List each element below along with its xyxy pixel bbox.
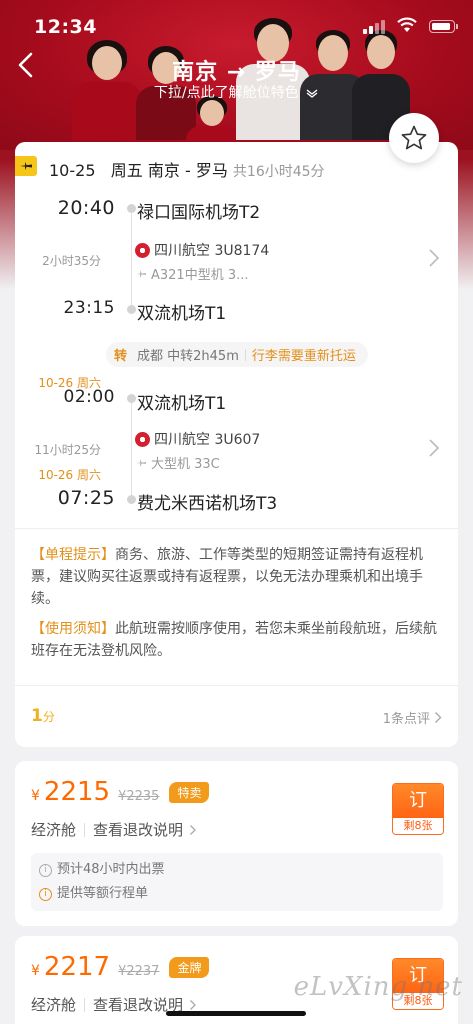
ticketing-info: i 预计48小时内出票 [39,858,435,882]
segment-aircraft: A321中型机 3... [135,264,249,283]
aircraft-type: A321中型机 3... [151,268,249,283]
timeline-line [131,400,132,500]
total-duration: 共16小时45分 [232,164,325,180]
cabin-feature-label: 下拉/点此了解舱位特色 [153,85,299,101]
original-price: ¥2235 [118,789,160,804]
favorite-button[interactable] [389,113,439,163]
airline-flight-number: 四川航空 3U8174 [154,243,270,259]
arrival-date: 10-26 周六 [38,468,101,482]
currency-symbol: ¥ [31,963,40,979]
segment-duration: 2小时35分 [42,254,101,268]
airline-logo-icon [135,242,150,258]
divider [15,528,458,529]
cellular-signal-icon [363,20,385,34]
aircraft-icon [136,458,146,467]
arrival-time: 23:15 [63,298,115,318]
baggage-recheck-note: 行李需要重新托运 [251,349,356,364]
fare-price: ¥ 2215 ¥2235 特卖 [31,777,210,807]
notice-tag: 【单程提示】 [31,547,115,563]
segment-detail-chevron-icon[interactable] [428,248,440,268]
refund-rules-link[interactable]: 查看退改说明 [93,819,183,840]
price-value: 2217 [43,952,111,982]
watermark: eLvXing.net [293,972,463,1002]
departure-airport: 双流机场T1 [137,394,227,414]
cabin-class: 经济舱 [31,821,77,839]
info-icon: i [39,887,52,901]
star-icon [401,125,427,150]
promo-badge: 金牌 [169,957,210,978]
score-unit: 分 [42,710,55,724]
cabin-feature-link[interactable]: 下拉/点此了解舱位特色 [0,82,473,102]
seats-remaining: 剩8张 [393,818,443,834]
segment-airline[interactable]: 四川航空 3U607 [135,429,260,449]
one-way-notice: 【单程提示】商务、旅游、工作等类型的短期签证需持有返程机票，建议购买往返票或持有… [31,544,443,610]
score-value: 1 [31,706,43,726]
itinerary-card: 10-25 周五 南京 - 罗马 共16小时45分 20:40 禄口国际机场T2… [15,142,458,747]
status-time: 12:34 [34,16,97,38]
ticketing-text: 预计48小时内出票 [57,862,165,877]
segment-airline[interactable]: 四川航空 3U8174 [135,240,269,260]
price-value: 2215 [43,777,111,807]
info-icon: i [39,863,52,877]
battery-icon [429,20,458,33]
crew-figure [186,96,238,140]
original-price: ¥2237 [118,964,160,979]
transfer-label: 转 [114,349,128,364]
chevron-right-icon [435,712,442,723]
cabin-row: 经济舱 查看退改说明 [31,819,197,840]
arrival-airport: 双流机场T1 [137,304,227,324]
divider [15,685,458,686]
wifi-icon [397,17,417,32]
airline-logo-icon [135,431,150,447]
promo-badge: 特卖 [169,782,210,803]
reviews-link[interactable]: 1条点评 [383,708,442,727]
timeline-line [131,212,132,309]
departure-time: 02:00 [63,387,115,407]
fare-info-box: i 预计48小时内出票 i 提供等额行程单 [31,853,443,911]
book-label: 订 [393,784,443,818]
home-indicator [166,1011,306,1016]
rating-score: 1分 [31,706,55,726]
aircraft-type: 大型机 33C [151,457,220,472]
timeline-dot [127,305,136,314]
arrival-airport: 费尤米西诺机场T3 [137,494,278,514]
usage-notice: 【使用须知】此航班需按顺序使用，若您未乘坐前段航班，后续航班存在无法登机风险。 [31,618,443,662]
trip-route: 南京 - 罗马 [147,161,228,180]
currency-symbol: ¥ [31,788,40,804]
arrival-time: 07:25 [57,487,115,509]
airline-flight-number: 四川航空 3U607 [154,432,261,448]
departure-airport: 禄口国际机场T2 [137,203,261,223]
chevron-right-icon [190,999,196,1010]
timeline-dot [127,394,136,403]
receipt-text: 提供等额行程单 [57,886,149,901]
timeline-dot [127,495,136,504]
segment-detail-chevron-icon[interactable] [428,438,440,458]
chevron-down-icon [306,89,318,98]
transfer-city: 成都 中转2h45m [137,349,239,364]
fare-option[interactable]: ¥ 2215 ¥2235 特卖 经济舱 查看退改说明 订 剩8张 i 预计48小… [15,761,458,926]
reviews-count: 1条点评 [382,712,430,727]
segment-aircraft: 大型机 33C [135,453,220,472]
trip-date: 10-25 [49,161,96,180]
segment-duration: 11小时25分 [34,443,101,457]
fare-price: ¥ 2217 ¥2237 金牌 [31,952,210,982]
trip-weekday: 周五 [110,161,143,180]
plane-icon [15,156,37,176]
departure-time: 20:40 [57,197,115,219]
status-bar: 12:34 [0,0,473,44]
cabin-class: 经济舱 [31,996,77,1014]
aircraft-icon [136,269,146,278]
timeline-dot [127,204,136,213]
book-button[interactable]: 订 剩8张 [392,783,444,835]
notice-tag: 【使用须知】 [31,621,115,637]
transfer-info: 转 成都 中转2h45m 行李需要重新托运 [106,342,368,367]
chevron-right-icon [190,824,196,835]
itinerary-summary: 10-25 周五 南京 - 罗马 共16小时45分 [49,157,325,181]
receipt-info: i 提供等额行程单 [39,882,435,906]
